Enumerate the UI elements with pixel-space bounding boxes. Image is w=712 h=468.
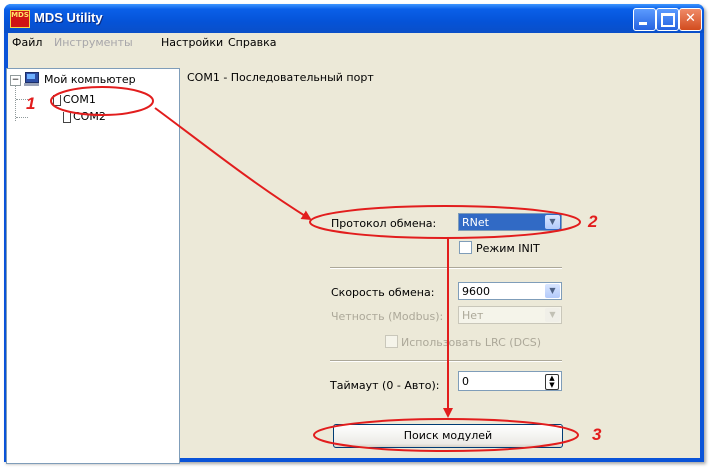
annotation-number-3: 3 (592, 425, 602, 444)
arrow-com1-to-protocol (154, 107, 312, 221)
annotation-number-2: 2 (588, 212, 598, 231)
highlight-ellipse-search (313, 418, 579, 452)
annotation-overlay (50, 86, 581, 452)
annotation-number-1: 1 (26, 94, 36, 113)
highlight-ellipse-protocol (309, 205, 581, 239)
highlight-ellipse-com1 (50, 86, 154, 116)
